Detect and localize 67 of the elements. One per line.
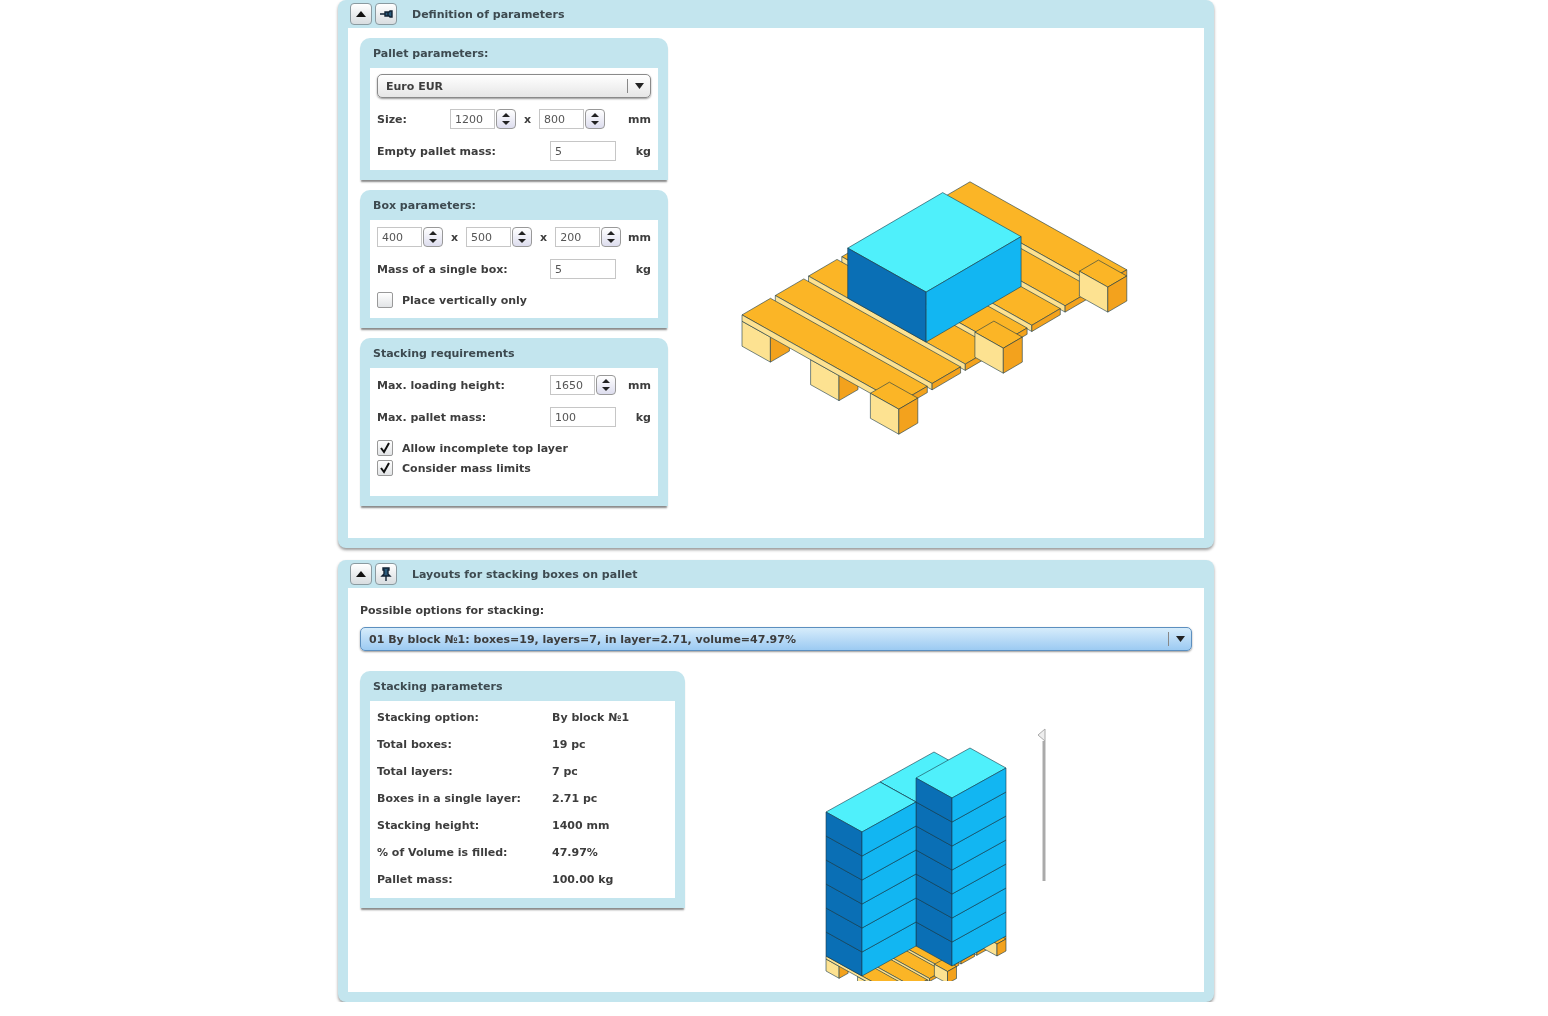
- separator-text: x: [524, 112, 532, 126]
- pin-icon: [379, 7, 393, 21]
- number-input-field[interactable]: 500: [466, 227, 512, 247]
- separator-text: x: [451, 230, 459, 244]
- stacking-option-dropdown[interactable]: 01 By block №1: boxes=19, layers=7, in layer=2.71, volume=47.97%: [360, 627, 1192, 651]
- pallet-type-dropdown[interactable]: Euro EUR: [377, 74, 651, 98]
- spinner-button[interactable]: [585, 109, 606, 129]
- parameter-label: Stacking option:: [377, 711, 480, 724]
- checkmark-icon: [379, 442, 391, 454]
- number-input-field[interactable]: 400: [377, 227, 422, 247]
- card-title: Box parameters:: [372, 197, 478, 214]
- input-field[interactable]: 100: [550, 407, 616, 427]
- parameter-label: % of Volume is filled:: [377, 846, 509, 859]
- parameter-value: 7 pc: [552, 765, 579, 778]
- parameter-value: 1400 mm: [552, 819, 611, 832]
- parameter-label: Total layers:: [377, 765, 454, 778]
- unit-label: kg: [635, 410, 651, 424]
- parameter-value: By block №1: [552, 711, 631, 724]
- number-input-field[interactable]: 1650: [550, 375, 595, 395]
- parameter-value: 100.00 kg: [552, 873, 615, 886]
- parameter-value: 19 pc: [552, 738, 587, 751]
- unit-label: mm: [628, 112, 651, 126]
- separator-text: x: [540, 230, 548, 244]
- checkbox[interactable]: Consider mass limits: [377, 458, 651, 478]
- caret-icon: [1175, 636, 1185, 642]
- panel-title: Definition of parameters: [412, 7, 565, 21]
- card-title: Stacking requirements: [372, 345, 516, 362]
- checkbox[interactable]: Place vertically only: [377, 290, 651, 310]
- parameter-label: Stacking height:: [377, 819, 481, 832]
- caret-icon: [634, 83, 644, 89]
- parameter-label: Total boxes:: [377, 738, 453, 751]
- pin-button[interactable]: [375, 3, 397, 25]
- spinner-button[interactable]: [512, 227, 533, 247]
- unit-label: mm: [628, 230, 651, 244]
- spinner-button[interactable]: [496, 109, 516, 129]
- input-field[interactable]: 5: [550, 141, 616, 161]
- input-field[interactable]: 5: [550, 259, 616, 279]
- field-label: Max. loading height:: [377, 378, 506, 392]
- up-triangle-icon: [356, 571, 366, 577]
- panel-title: Layouts for stacking boxes on pallet: [412, 567, 638, 581]
- collapse-button[interactable]: [350, 3, 372, 25]
- field-label: Mass of a single box:: [377, 262, 509, 276]
- card-title: Pallet parameters:: [372, 45, 490, 62]
- field-label: Possible options for stacking:: [360, 604, 546, 617]
- field-label: Empty pallet mass:: [377, 144, 497, 158]
- field-label: Size:: [377, 112, 408, 126]
- unit-label: mm: [628, 378, 651, 392]
- pin-button[interactable]: [375, 563, 397, 585]
- spinner-button[interactable]: [596, 375, 616, 395]
- parameter-value: 2.71 pc: [552, 792, 599, 805]
- card-title: Stacking parameters: [372, 678, 504, 695]
- parameter-label: Boxes in a single layer:: [377, 792, 522, 805]
- checkbox[interactable]: Allow incomplete top layer: [377, 438, 651, 458]
- number-input-field[interactable]: 800: [539, 109, 585, 129]
- unit-label: kg: [635, 262, 651, 276]
- number-input-field[interactable]: 1200: [450, 109, 495, 129]
- spinner-button[interactable]: [601, 227, 622, 247]
- parameter-label: Pallet mass:: [377, 873, 454, 886]
- parameter-value: 47.97%: [552, 846, 599, 859]
- unit-label: kg: [635, 144, 651, 158]
- collapse-button[interactable]: [350, 563, 372, 585]
- number-input-field[interactable]: 200: [555, 227, 601, 247]
- field-label: Max. pallet mass:: [377, 410, 488, 424]
- spinner-button[interactable]: [423, 227, 443, 247]
- pin-icon: [379, 567, 393, 581]
- checkmark-icon: [379, 462, 391, 474]
- up-triangle-icon: [356, 11, 366, 17]
